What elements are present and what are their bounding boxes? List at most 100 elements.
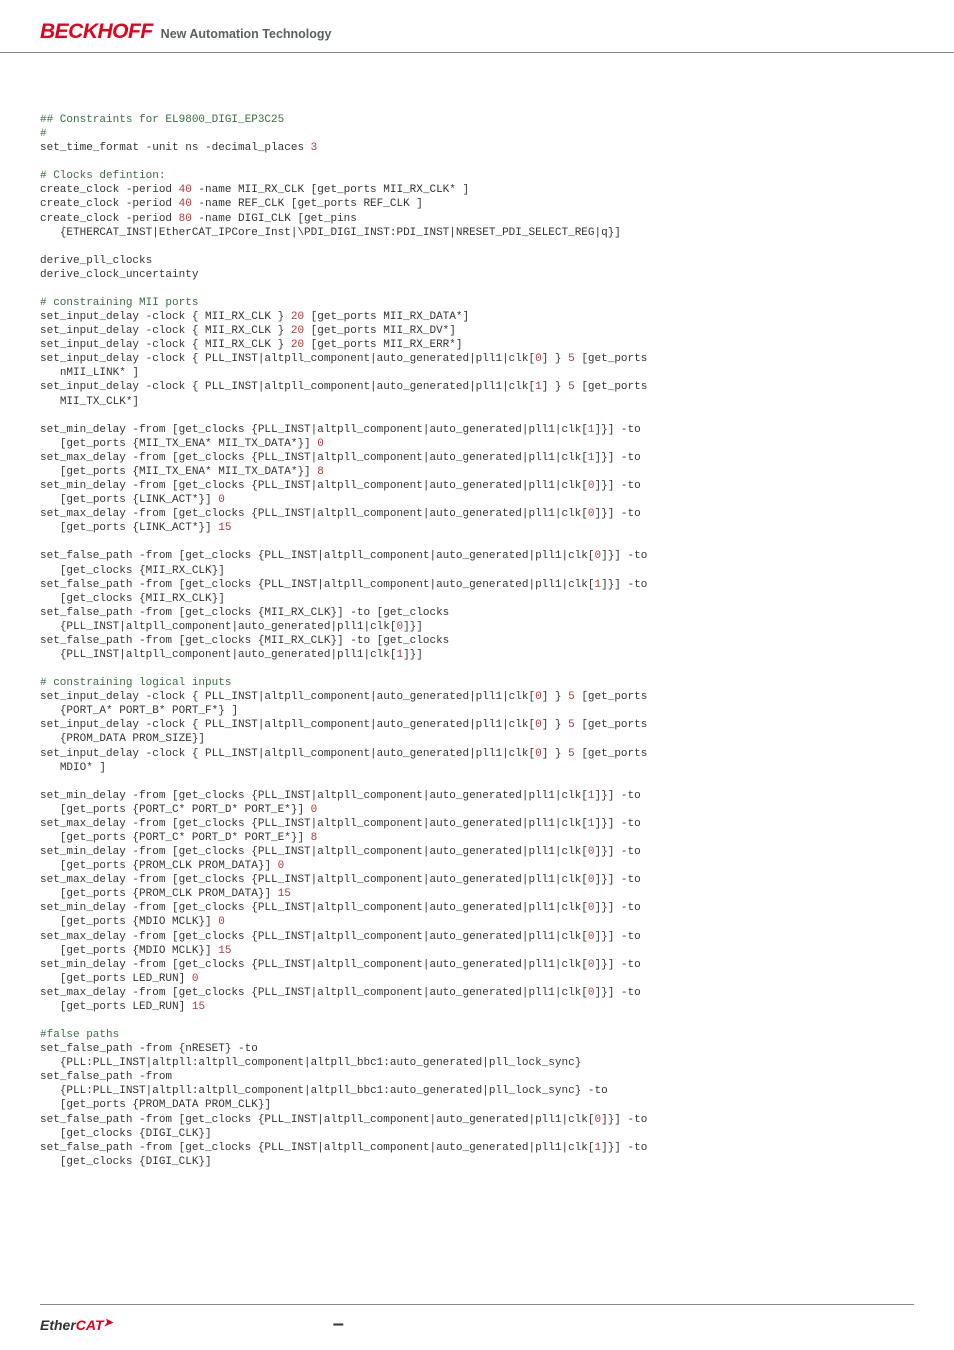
logo-tagline: New Automation Technology (161, 27, 332, 41)
num-literal: 8 (311, 832, 318, 844)
logo-row: BECKHOFF New Automation Technology (40, 20, 914, 44)
code-line: set_min_delay -from [get_clocks {PLL_INS… (40, 480, 588, 492)
num-literal: 0 (535, 719, 542, 731)
num-literal: 0 (588, 959, 595, 971)
num-literal: 0 (588, 508, 595, 520)
num-literal: 0 (588, 874, 595, 886)
comment-line: #false paths (40, 1029, 119, 1041)
code-line: set_input_delay -clock { MII_RX_CLK } (40, 325, 291, 337)
num-literal: 0 (535, 353, 542, 365)
num-literal: 20 (291, 339, 304, 351)
ethercat-cat: CAT (76, 1317, 104, 1333)
document-content: ## Constraints for EL9800_DIGI_EP3C25 # … (0, 53, 954, 1189)
num-literal: 0 (311, 804, 318, 816)
num-literal: 1 (588, 452, 595, 464)
logo-beckhoff: BECKHOFF (40, 20, 153, 44)
code-line: set_false_path -from {PLL:PLL_INST|altpl… (40, 1071, 608, 1111)
num-literal: 15 (278, 888, 291, 900)
num-literal: 15 (218, 522, 231, 534)
num-literal: 15 (218, 945, 231, 957)
code-line: set_max_delay -from [get_clocks {PLL_INS… (40, 818, 588, 830)
ethercat-logo: EtherCAT➤ (40, 1317, 113, 1333)
code-line: ] } (542, 719, 568, 731)
code-line: set_time_format -unit ns -decimal_places (40, 142, 311, 154)
code-line: set_max_delay -from [get_clocks {PLL_INS… (40, 874, 588, 886)
code-line: set_input_delay -clock { PLL_INST|altpll… (40, 381, 535, 393)
code-line: set_false_path -from [get_clocks {MII_RX… (40, 635, 449, 661)
code-line: derive_pll_clocks (40, 255, 152, 267)
num-literal: 80 (179, 213, 192, 225)
code-line: set_false_path -from [get_clocks {PLL_IN… (40, 550, 595, 562)
code-line: ] } (542, 381, 568, 393)
num-literal: 5 (568, 748, 575, 760)
comment-line: # constraining MII ports (40, 297, 198, 309)
code-line: set_false_path -from [get_clocks {PLL_IN… (40, 1114, 595, 1126)
ethercat-ether: Ether (40, 1317, 76, 1333)
code-line: ]}] (403, 621, 423, 633)
comment-line: # Clocks defintion: (40, 170, 165, 182)
code-line: set_min_delay -from [get_clocks {PLL_INS… (40, 959, 588, 971)
num-literal: 0 (588, 931, 595, 943)
code-line: create_clock -period (40, 213, 179, 225)
footer-dash: – (333, 1313, 344, 1336)
code-line: set_max_delay -from [get_clocks {PLL_INS… (40, 931, 588, 943)
num-literal: 0 (588, 480, 595, 492)
code-line: set_min_delay -from [get_clocks {PLL_INS… (40, 424, 588, 436)
num-literal: 20 (291, 325, 304, 337)
code-line: -name DIGI_CLK [get_pins (192, 213, 357, 225)
page-footer: EtherCAT➤ – (40, 1304, 914, 1336)
num-literal: 0 (218, 916, 225, 928)
num-literal: 0 (588, 987, 595, 999)
code-line: set_input_delay -clock { MII_RX_CLK } (40, 339, 291, 351)
num-literal: 40 (179, 198, 192, 210)
code-line: set_min_delay -from [get_clocks {PLL_INS… (40, 846, 588, 858)
num-literal: 5 (568, 353, 575, 365)
num-literal: 0 (192, 973, 199, 985)
code-line: set_false_path -from [get_clocks {PLL_IN… (40, 1142, 595, 1154)
code-line: [get_ports MII_RX_DATA*] (304, 311, 469, 323)
num-literal: 40 (179, 184, 192, 196)
num-literal: 0 (588, 846, 595, 858)
code-line: set_input_delay -clock { PLL_INST|altpll… (40, 748, 535, 760)
code-line: ] } (542, 353, 568, 365)
num-literal: 5 (568, 381, 575, 393)
num-literal: 20 (291, 311, 304, 323)
num-literal: 5 (568, 719, 575, 731)
comment-line: # constraining logical inputs (40, 677, 231, 689)
num-literal: 1 (588, 818, 595, 830)
num-literal: 0 (317, 438, 324, 450)
num-literal: 0 (588, 902, 595, 914)
code-line: derive_clock_uncertainty (40, 269, 198, 281)
code-line: {ETHERCAT_INST|EtherCAT_IPCore_Inst|\PDI… (40, 227, 621, 239)
code-block: ## Constraints for EL9800_DIGI_EP3C25 # … (40, 113, 914, 1169)
code-line: set_input_delay -clock { PLL_INST|altpll… (40, 691, 535, 703)
code-line: [get_ports MII_RX_DV*] (304, 325, 456, 337)
num-literal: 0 (278, 860, 285, 872)
num-literal: 1 (535, 381, 542, 393)
num-literal: 0 (535, 748, 542, 760)
code-line: set_false_path -from {nRESET} -to {PLL:P… (40, 1043, 581, 1069)
num-literal: 8 (317, 466, 324, 478)
page-header: BECKHOFF New Automation Technology (0, 0, 954, 53)
code-line: set_min_delay -from [get_clocks {PLL_INS… (40, 790, 588, 802)
code-line: set_max_delay -from [get_clocks {PLL_INS… (40, 452, 588, 464)
code-line: set_false_path -from [get_clocks {MII_RX… (40, 607, 449, 633)
num-literal: 3 (311, 142, 318, 154)
code-line: create_clock -period (40, 198, 179, 210)
code-line: set_max_delay -from [get_clocks {PLL_INS… (40, 508, 588, 520)
code-line: ] } (542, 748, 568, 760)
comment-line: # (40, 128, 47, 140)
code-line: -name MII_RX_CLK [get_ports MII_RX_CLK* … (192, 184, 469, 196)
num-literal: 1 (588, 424, 595, 436)
num-literal: 0 (535, 691, 542, 703)
num-literal: 5 (568, 691, 575, 703)
code-line: create_clock -period (40, 184, 179, 196)
code-line: set_input_delay -clock { PLL_INST|altpll… (40, 719, 535, 731)
num-literal: 15 (192, 1001, 205, 1013)
code-line: [get_ports MII_RX_ERR*] (304, 339, 462, 351)
num-literal: 0 (218, 494, 225, 506)
code-line: set_input_delay -clock { MII_RX_CLK } (40, 311, 291, 323)
code-line: set_max_delay -from [get_clocks {PLL_INS… (40, 987, 588, 999)
comment-line: ## Constraints for EL9800_DIGI_EP3C25 (40, 114, 284, 126)
code-line: ] } (542, 691, 568, 703)
